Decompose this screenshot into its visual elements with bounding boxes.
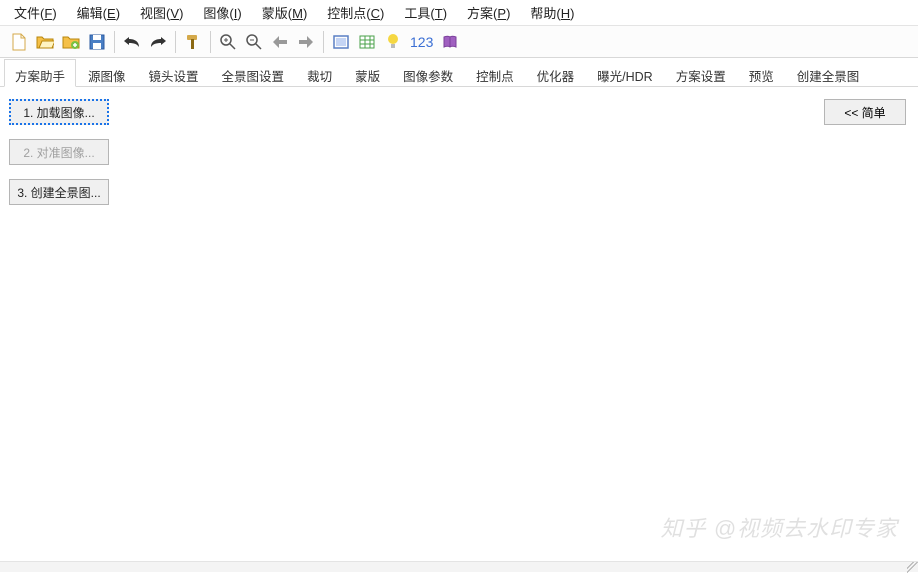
zoom-in-button[interactable] <box>216 30 240 54</box>
tab-optimizer[interactable]: 优化器 <box>526 59 586 87</box>
menu-control-points[interactable]: 控制点(C) <box>317 0 394 25</box>
tab-source-images[interactable]: 源图像 <box>77 59 137 87</box>
resize-grip[interactable] <box>907 562 918 573</box>
menu-view[interactable]: 视图(V) <box>130 0 193 25</box>
menu-file[interactable]: 文件(F) <box>4 0 67 25</box>
tab-panorama-settings[interactable]: 全景图设置 <box>211 59 296 87</box>
menu-edit[interactable]: 编辑(E) <box>67 0 130 25</box>
step-create-panorama-button[interactable]: 3. 创建全景图... <box>9 179 109 205</box>
statusbar <box>0 561 918 572</box>
nav-forward-button[interactable] <box>294 30 318 54</box>
tab-mask[interactable]: 蒙版 <box>344 59 391 87</box>
tab-create-panorama[interactable]: 创建全景图 <box>786 59 871 87</box>
undo-icon <box>123 35 141 49</box>
arrow-right-icon <box>298 35 314 49</box>
zoom-out-icon <box>246 34 262 50</box>
arrow-left-icon <box>272 35 288 49</box>
settings-button[interactable] <box>181 30 205 54</box>
layout-grid-icon <box>359 35 375 49</box>
layout-grid-button[interactable] <box>355 30 379 54</box>
redo-button[interactable] <box>146 30 170 54</box>
hints-button[interactable] <box>381 30 405 54</box>
tab-crop[interactable]: 裁切 <box>296 59 343 87</box>
simple-mode-button[interactable]: << 简单 <box>824 99 906 125</box>
save-project-button[interactable] <box>85 30 109 54</box>
toolbar-separator <box>114 31 115 53</box>
save-icon <box>89 34 105 50</box>
folder-open-icon <box>36 34 54 50</box>
toolbar-separator <box>210 31 211 53</box>
tab-preview[interactable]: 预览 <box>738 59 785 87</box>
zoom-out-button[interactable] <box>242 30 266 54</box>
tab-exposure-hdr[interactable]: 曝光/HDR <box>586 59 664 87</box>
toolbar-separator <box>323 31 324 53</box>
tab-lens-settings[interactable]: 镜头设置 <box>138 59 210 87</box>
zoom-in-icon <box>220 34 236 50</box>
new-project-button[interactable] <box>7 30 31 54</box>
menu-mask[interactable]: 蒙版(M) <box>252 0 318 25</box>
menu-project[interactable]: 方案(P) <box>457 0 520 25</box>
toolbar-separator <box>175 31 176 53</box>
step-load-images-button[interactable]: 1. 加载图像... <box>9 99 109 125</box>
menu-help[interactable]: 帮助(H) <box>520 0 584 25</box>
help-button[interactable] <box>438 30 462 54</box>
menu-image[interactable]: 图像(I) <box>193 0 251 25</box>
new-file-icon <box>11 33 27 51</box>
content-area: 1. 加载图像... 2. 对准图像... 3. 创建全景图... << 简单 … <box>0 87 918 561</box>
undo-button[interactable] <box>120 30 144 54</box>
toolbar: 123 <box>0 26 918 58</box>
step-align-images-button: 2. 对准图像... <box>9 139 109 165</box>
add-images-button[interactable] <box>59 30 83 54</box>
number-display[interactable]: 123 <box>406 34 437 50</box>
lightbulb-icon <box>387 34 399 50</box>
tab-control-points[interactable]: 控制点 <box>465 59 525 87</box>
layout-single-button[interactable] <box>329 30 353 54</box>
tabbar: 方案助手 源图像 镜头设置 全景图设置 裁切 蒙版 图像参数 控制点 优化器 曝… <box>0 58 918 87</box>
menubar: 文件(F) 编辑(E) 视图(V) 图像(I) 蒙版(M) 控制点(C) 工具(… <box>0 0 918 26</box>
menu-tools[interactable]: 工具(T) <box>394 0 457 25</box>
folder-add-icon <box>62 34 80 50</box>
tab-image-params[interactable]: 图像参数 <box>392 59 464 87</box>
redo-icon <box>149 35 167 49</box>
book-icon <box>442 35 458 49</box>
watermark-text: 知乎 @视频去水印专家 <box>661 511 898 543</box>
nav-back-button[interactable] <box>268 30 292 54</box>
tab-project-settings[interactable]: 方案设置 <box>665 59 737 87</box>
hammer-icon <box>185 34 201 50</box>
open-project-button[interactable] <box>33 30 57 54</box>
tab-assistant[interactable]: 方案助手 <box>4 59 76 87</box>
layout-single-icon <box>333 35 349 49</box>
